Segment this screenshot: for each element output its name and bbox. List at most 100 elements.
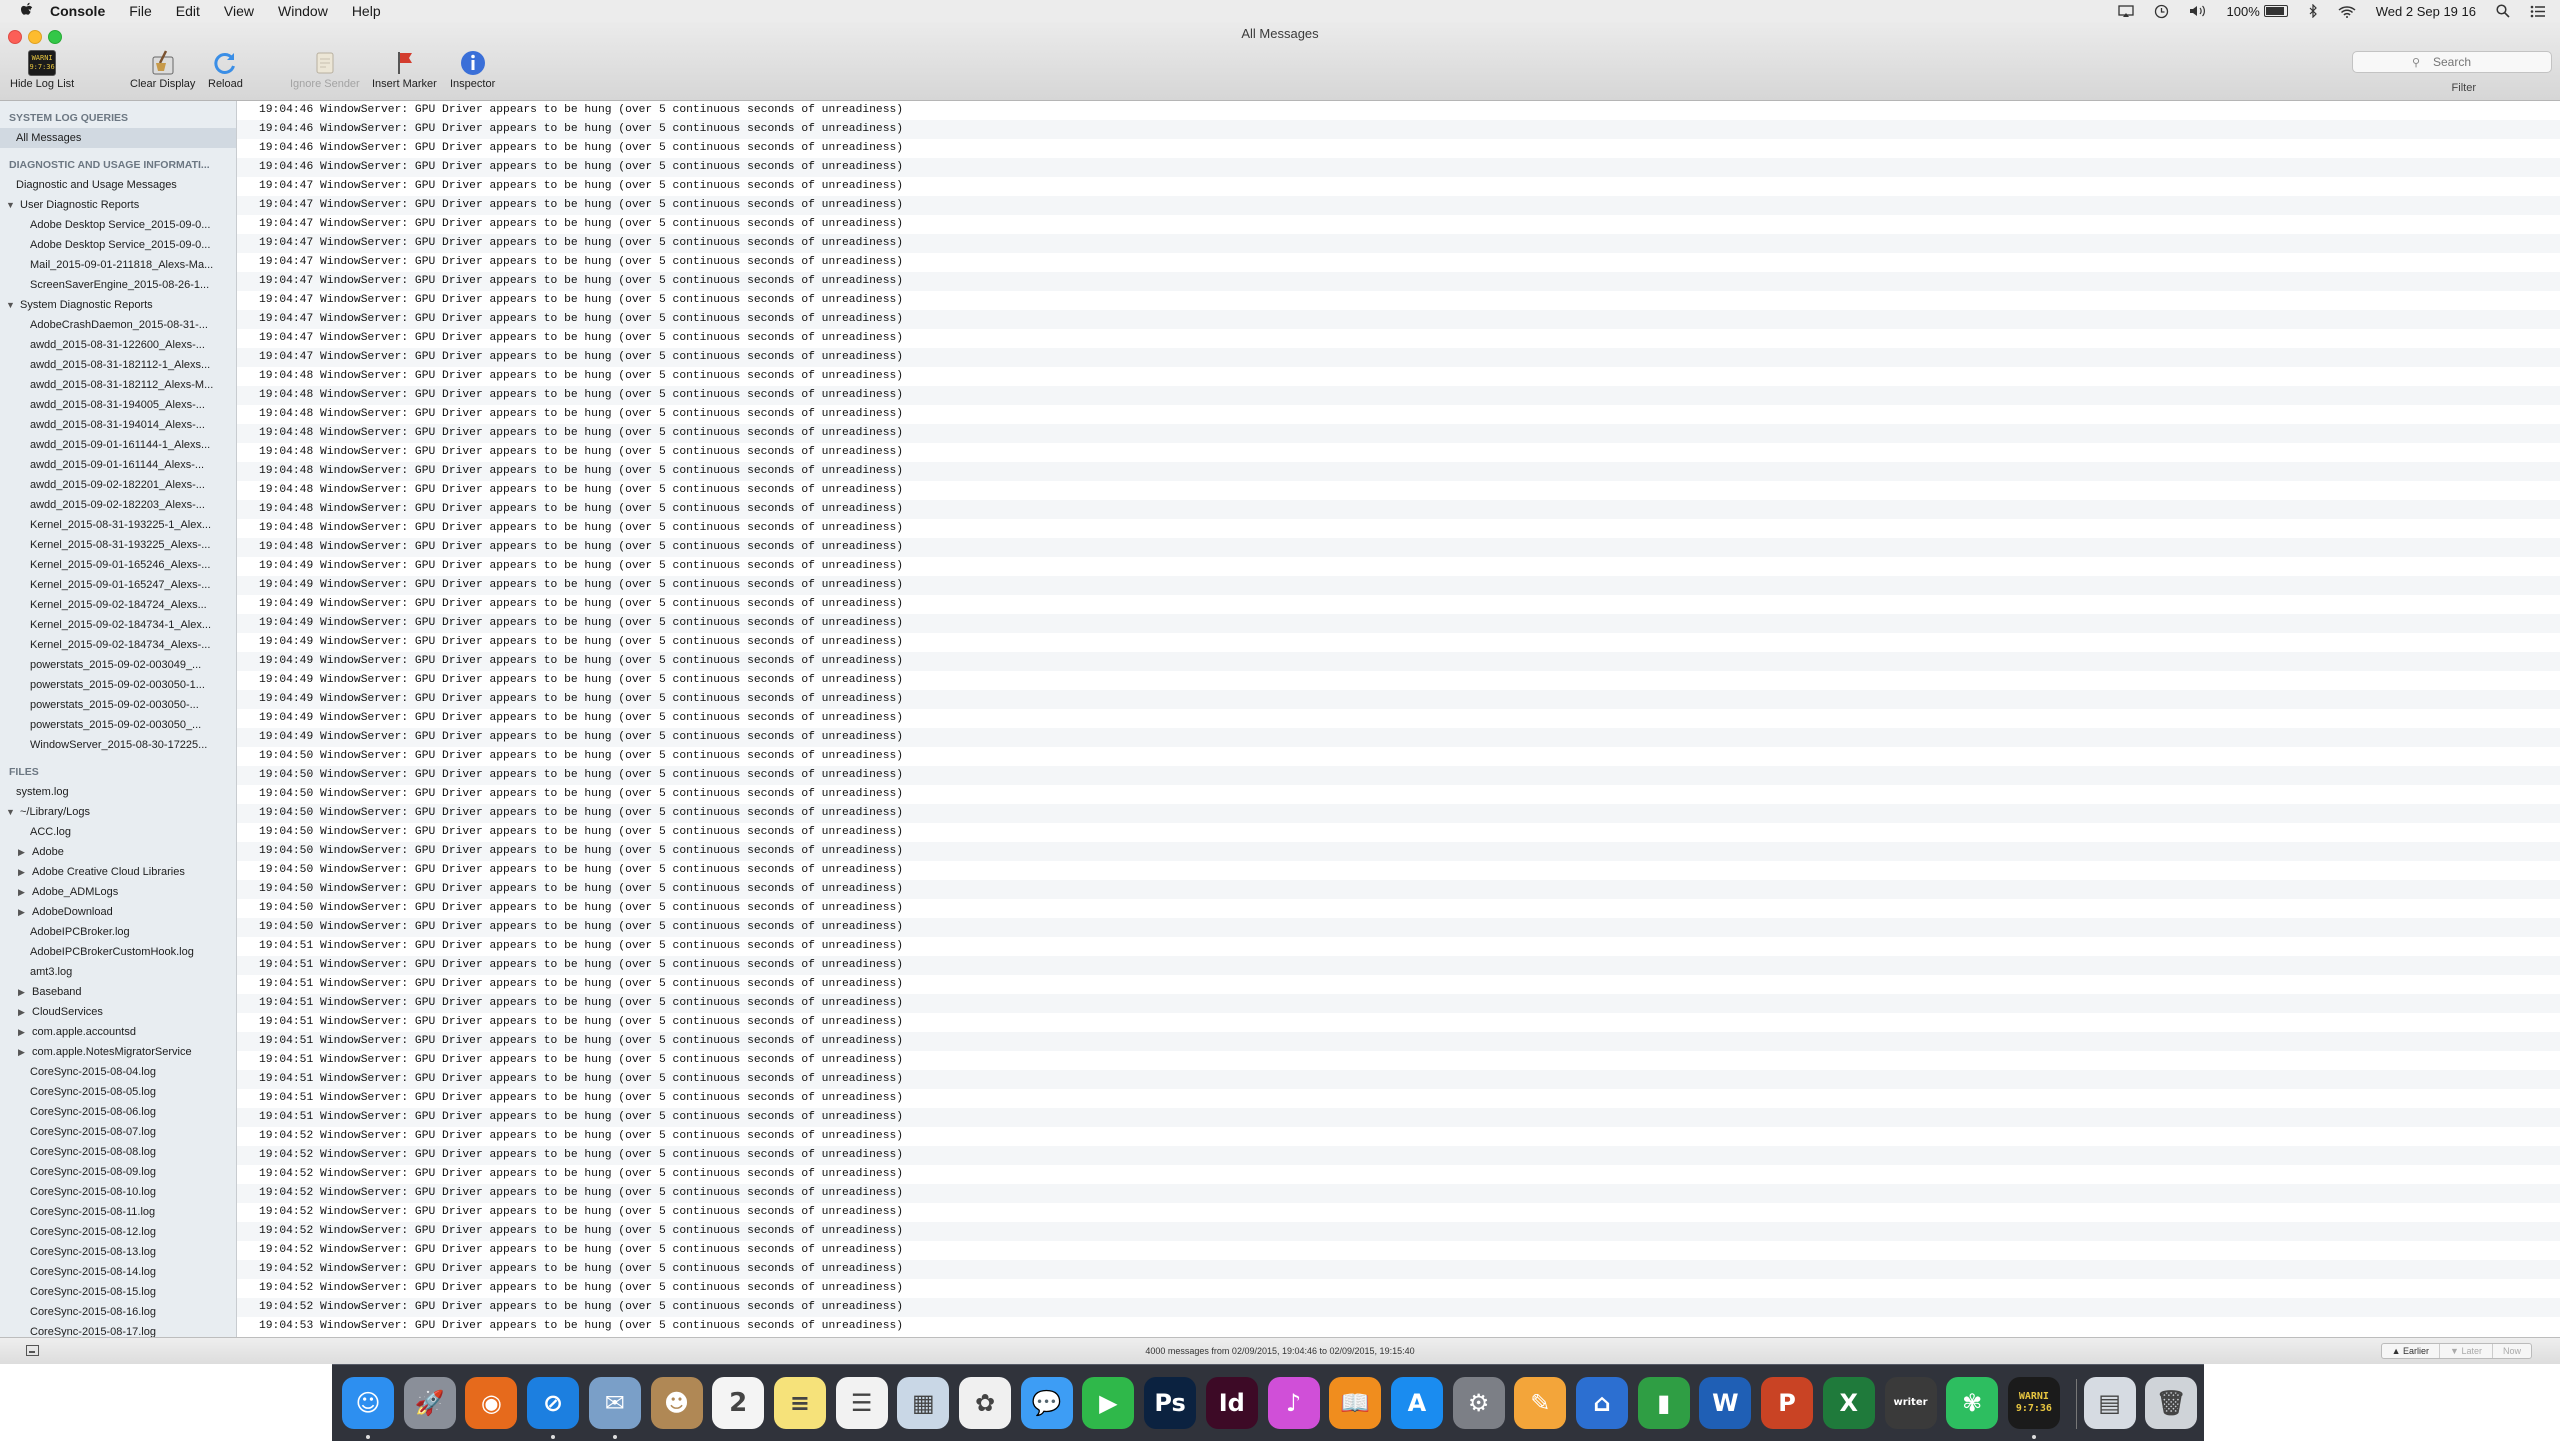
menu-view[interactable]: View [224,3,254,19]
sidebar-file-item[interactable]: CoreSync-2015-08-07.log [0,1122,236,1142]
log-row[interactable]: 19:04:50 WindowServer: GPU Driver appear… [237,861,2560,880]
sidebar-folder-item[interactable]: ▶ com.apple.accountsd [0,1022,236,1042]
messages-dock-icon[interactable]: 💬 [1020,1377,1073,1429]
log-row[interactable]: 19:04:47 WindowServer: GPU Driver appear… [237,291,2560,310]
log-row[interactable]: 19:04:50 WindowServer: GPU Driver appear… [237,823,2560,842]
log-row[interactable]: 19:04:49 WindowServer: GPU Driver appear… [237,614,2560,633]
notification-center-icon[interactable] [2530,5,2546,18]
volume-icon[interactable] [2189,4,2207,18]
sidebar-item-system-report[interactable]: Kernel_2015-09-02-184734-1_Alex... [0,615,236,635]
log-row[interactable]: 19:04:48 WindowServer: GPU Driver appear… [237,481,2560,500]
sidebar-item-system-report[interactable]: awdd_2015-09-02-182201_Alexs-... [0,475,236,495]
sidebar-group-system-reports[interactable]: ▼ System Diagnostic Reports [0,295,236,315]
sidebar-file-item[interactable]: CoreSync-2015-08-05.log [0,1082,236,1102]
log-row[interactable]: 19:04:50 WindowServer: GPU Driver appear… [237,747,2560,766]
sidebar-file-item[interactable]: AdobeIPCBrokerCustomHook.log [0,942,236,962]
log-row[interactable]: 19:04:50 WindowServer: GPU Driver appear… [237,880,2560,899]
sidebar-item-system-report[interactable]: Kernel_2015-08-31-193225_Alexs-... [0,535,236,555]
sidebar-item-user-report[interactable]: Mail_2015-09-01-211818_Alexs-Ma... [0,255,236,275]
sidebar-file-item[interactable]: CoreSync-2015-08-08.log [0,1142,236,1162]
log-row[interactable]: 19:04:48 WindowServer: GPU Driver appear… [237,367,2560,386]
sidebar-folder-item[interactable]: ▶ Baseband [0,982,236,1002]
sidebar-item-system-report[interactable]: awdd_2015-09-01-161144_Alexs-... [0,455,236,475]
menu-console[interactable]: Console [50,3,105,19]
log-row[interactable]: 19:04:50 WindowServer: GPU Driver appear… [237,766,2560,785]
sidebar-file-item[interactable]: amt3.log [0,962,236,982]
sidebar-item-system-report[interactable]: awdd_2015-08-31-182112_Alexs-M... [0,375,236,395]
hide-log-list-button[interactable]: WARNI 9:7:36 Hide Log List [10,48,74,90]
log-row[interactable]: 19:04:52 WindowServer: GPU Driver appear… [237,1279,2560,1298]
launchpad-dock-icon[interactable]: 🚀 [403,1377,456,1429]
log-row[interactable]: 19:04:52 WindowServer: GPU Driver appear… [237,1127,2560,1146]
disclosure-closed-icon[interactable]: ▶ [18,902,32,922]
facetime-dock-icon[interactable]: ▶ [1082,1377,1135,1429]
trash-dock-icon[interactable]: 🗑 [2145,1377,2198,1429]
log-row[interactable]: 19:04:51 WindowServer: GPU Driver appear… [237,1070,2560,1089]
log-row[interactable]: 19:04:46 WindowServer: GPU Driver appear… [237,158,2560,177]
battery-status[interactable]: 100% [2227,4,2288,19]
log-row[interactable]: 19:04:50 WindowServer: GPU Driver appear… [237,842,2560,861]
log-row[interactable]: 19:04:50 WindowServer: GPU Driver appear… [237,785,2560,804]
log-row[interactable]: 19:04:51 WindowServer: GPU Driver appear… [237,994,2560,1013]
log-row[interactable]: 19:04:47 WindowServer: GPU Driver appear… [237,310,2560,329]
sidebar-item-system-report[interactable]: Kernel_2015-09-02-184734_Alexs-... [0,635,236,655]
sidebar-item-system-report[interactable]: WindowServer_2015-08-30-17225... [0,735,236,755]
keynote-dock-icon[interactable]: ⌂ [1576,1377,1628,1429]
log-row[interactable]: 19:04:49 WindowServer: GPU Driver appear… [237,557,2560,576]
itunes-dock-icon[interactable]: ♪ [1267,1377,1320,1429]
log-row[interactable]: 19:04:51 WindowServer: GPU Driver appear… [237,1051,2560,1070]
sidebar-folder-item[interactable]: ▶ Adobe Creative Cloud Libraries [0,862,236,882]
log-row[interactable]: 19:04:47 WindowServer: GPU Driver appear… [237,329,2560,348]
log-row[interactable]: 19:04:48 WindowServer: GPU Driver appear… [237,538,2560,557]
log-row[interactable]: 19:04:49 WindowServer: GPU Driver appear… [237,595,2560,614]
log-row[interactable]: 19:04:48 WindowServer: GPU Driver appear… [237,405,2560,424]
log-row[interactable]: 19:04:50 WindowServer: GPU Driver appear… [237,899,2560,918]
sidebar-folder-item[interactable]: ▶ Adobe_ADMLogs [0,882,236,902]
sidebar-item-system-report[interactable]: powerstats_2015-09-02-003050-... [0,695,236,715]
sidebar-item-system-report[interactable]: AdobeCrashDaemon_2015-08-31-... [0,315,236,335]
disclosure-closed-icon[interactable]: ▶ [18,1042,32,1062]
sidebar-folder-item[interactable]: ▶ CloudServices [0,1002,236,1022]
log-row[interactable]: 19:04:47 WindowServer: GPU Driver appear… [237,196,2560,215]
now-button[interactable]: Now [2493,1344,2531,1358]
menu-edit[interactable]: Edit [176,3,200,19]
bluetooth-icon[interactable] [2308,4,2318,18]
system-preferences-dock-icon[interactable]: ⚙ [1452,1377,1505,1429]
time-machine-icon[interactable] [2154,4,2169,19]
sidebar-item-system-report[interactable]: awdd_2015-08-31-182112-1_Alexs... [0,355,236,375]
sidebar-folder-item[interactable]: ▶ com.apple.NotesMigratorService [0,1042,236,1062]
menu-help[interactable]: Help [352,3,381,19]
sidebar-file-item[interactable]: CoreSync-2015-08-16.log [0,1302,236,1322]
log-row[interactable]: 19:04:50 WindowServer: GPU Driver appear… [237,918,2560,937]
console-dock-icon[interactable]: WARNI 9:7:36 [2007,1377,2060,1429]
sidebar-item-system-report[interactable]: awdd_2015-08-31-194005_Alexs-... [0,395,236,415]
log-row[interactable]: 19:04:47 WindowServer: GPU Driver appear… [237,215,2560,234]
sidebar-file-item[interactable]: CoreSync-2015-08-10.log [0,1182,236,1202]
sidebar-item-system-report[interactable]: powerstats_2015-09-02-003050_... [0,715,236,735]
contacts-dock-icon[interactable]: ☻ [650,1377,703,1429]
log-row[interactable]: 19:04:47 WindowServer: GPU Driver appear… [237,253,2560,272]
sidebar-item-system-report[interactable]: Kernel_2015-09-01-165247_Alexs-... [0,575,236,595]
finder-dock-icon[interactable]: ☺ [342,1377,394,1429]
word-dock-icon[interactable]: W [1699,1377,1752,1429]
sidebar-file-item[interactable]: CoreSync-2015-08-13.log [0,1242,236,1262]
log-row[interactable]: 19:04:52 WindowServer: GPU Driver appear… [237,1298,2560,1317]
sidebar-item-system-report[interactable]: awdd_2015-09-02-182203_Alexs-... [0,495,236,515]
log-row[interactable]: 19:04:49 WindowServer: GPU Driver appear… [237,690,2560,709]
log-row[interactable]: 19:04:51 WindowServer: GPU Driver appear… [237,956,2560,975]
writer-dock-icon[interactable]: writer [1884,1377,1937,1429]
log-row[interactable]: 19:04:48 WindowServer: GPU Driver appear… [237,424,2560,443]
log-row[interactable]: 19:04:48 WindowServer: GPU Driver appear… [237,443,2560,462]
log-row[interactable]: 19:04:52 WindowServer: GPU Driver appear… [237,1241,2560,1260]
disclosure-open-icon[interactable]: ▼ [6,295,20,315]
later-button[interactable]: ▼ Later [2440,1344,2493,1358]
earlier-button[interactable]: ▲ Earlier [2382,1344,2441,1358]
log-row[interactable]: 19:04:47 WindowServer: GPU Driver appear… [237,348,2560,367]
log-row[interactable]: 19:04:53 WindowServer: GPU Driver appear… [237,1317,2560,1336]
inspector-button[interactable]: Inspector [450,48,495,90]
sidebar-file-item[interactable]: CoreSync-2015-08-12.log [0,1222,236,1242]
safari-dock-icon[interactable]: ⊘ [527,1377,580,1429]
log-row[interactable]: 19:04:49 WindowServer: GPU Driver appear… [237,633,2560,652]
sidebar-item-system-report[interactable]: Kernel_2015-08-31-193225-1_Alex... [0,515,236,535]
log-row[interactable]: 19:04:52 WindowServer: GPU Driver appear… [237,1165,2560,1184]
